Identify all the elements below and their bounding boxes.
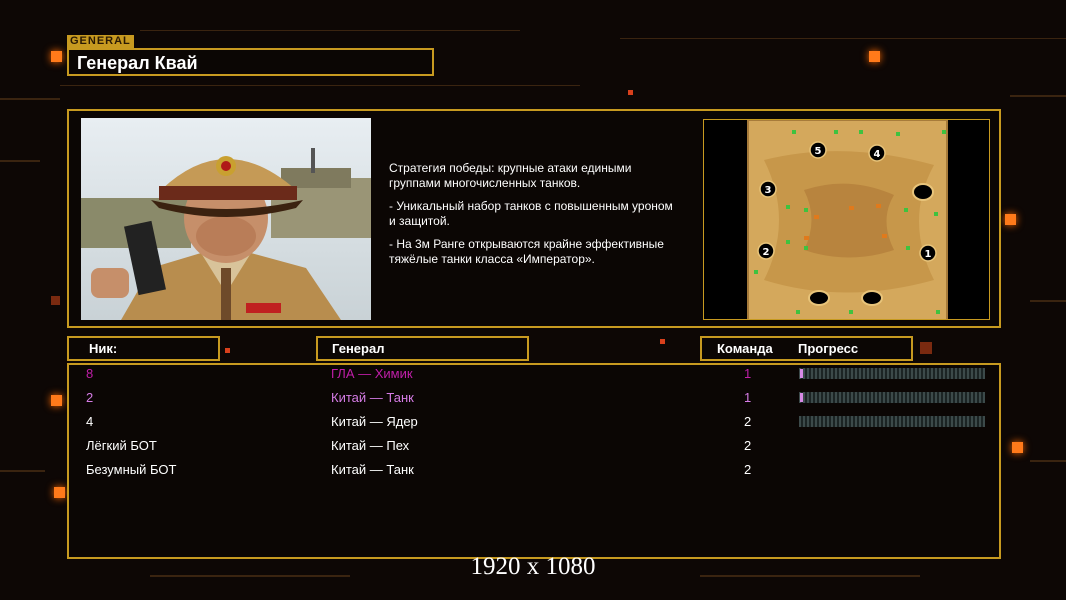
general-title: Генерал Квай [77, 53, 198, 73]
player-nick: 4 [86, 414, 94, 429]
player-general: Китай — Танк [331, 462, 414, 477]
player-team: 2 [744, 462, 752, 477]
player-team: 2 [744, 414, 752, 429]
player-general: ГЛА — Химик [331, 366, 413, 381]
player-general: Китай — Пех [331, 438, 410, 453]
resolution-watermark: 1920 x 1080 [470, 553, 596, 580]
general-title-box: Генерал Квай [67, 48, 434, 76]
table-row[interactable]: 4 Китай — Ядер 2 [0, 411, 1066, 433]
player-nick: 2 [86, 390, 94, 405]
strategy-line-1: Стратегия победы: крупные атаки едиными … [389, 161, 632, 190]
map-preview[interactable]: 5 4 3 2 1 [703, 119, 990, 320]
player-team: 1 [744, 366, 752, 381]
map-start-label-2: 2 [763, 247, 770, 258]
table-row[interactable]: Лёгкий БОТ Китай — Пех 2 [0, 435, 1066, 457]
player-general: Китай — Танк [331, 390, 414, 405]
player-team: 1 [744, 390, 752, 405]
progress-fill [800, 369, 803, 378]
general-portrait [81, 118, 371, 320]
map-start-label-1: 1 [925, 249, 932, 260]
strategy-line-3: - На 3м Ранге открываются крайне эффекти… [389, 237, 664, 266]
player-nick: Лёгкий БОТ [86, 438, 157, 453]
strategy-description: Стратегия победы: крупные атаки едиными … [389, 161, 701, 275]
progress-bar [799, 368, 985, 379]
column-header-general: Генерал [316, 336, 529, 361]
general-tag: GENERAL [67, 35, 134, 48]
player-general: Китай — Ядер [331, 414, 418, 429]
player-nick: Безумный БОТ [86, 462, 177, 477]
player-nick: 8 [86, 366, 94, 381]
column-progress-label: Прогресс [798, 341, 859, 356]
table-row[interactable]: 2 Китай — Танк 1 [0, 387, 1066, 409]
column-header-nick: Ник: [67, 336, 220, 361]
table-row[interactable]: Безумный БОТ Китай — Танк 2 [0, 459, 1066, 481]
map-start-label-3: 3 [765, 185, 772, 196]
column-team-label: Команда [717, 341, 773, 356]
map-start-label-5: 5 [815, 146, 822, 157]
table-row[interactable]: 8 ГЛА — Химик 1 [0, 363, 1066, 385]
progress-fill [800, 393, 803, 402]
column-general-label: Генерал [332, 341, 385, 356]
progress-bar [799, 392, 985, 403]
column-nick-label: Ник: [89, 341, 118, 356]
map-start-label-4: 4 [874, 149, 881, 160]
column-header-team-progress: Команда Прогресс [700, 336, 913, 361]
progress-bar [799, 416, 985, 427]
strategy-line-2: - Уникальный набор танков с повышенным у… [389, 199, 673, 228]
player-team: 2 [744, 438, 752, 453]
